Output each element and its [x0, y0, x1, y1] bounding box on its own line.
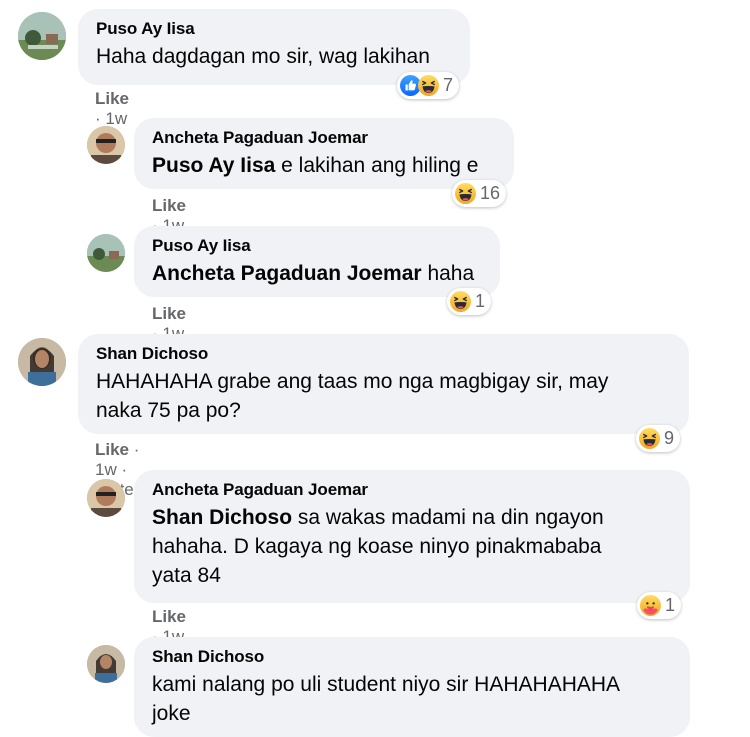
comment-line: sa wakas madami na din ngayon — [297, 506, 604, 529]
comment-author[interactable]: Puso Ay Iisa — [152, 236, 484, 256]
reaction-count: 16 — [480, 183, 501, 203]
comment-author[interactable]: Ancheta Pagaduan Joemar — [152, 480, 674, 500]
comment-bubble: Shan Dichoso HAHAHAHA grabe ang taas mo … — [78, 334, 689, 434]
reactions-summary[interactable]: 9 — [636, 425, 681, 452]
comment-author[interactable]: Shan Dichoso — [96, 344, 673, 364]
avatar-photo — [87, 645, 125, 683]
comment-bubble: Shan Dichoso kami nalang po uli student … — [134, 637, 690, 737]
avatar-photo — [18, 338, 66, 386]
like-button[interactable]: Like — [95, 440, 129, 459]
reactions-summary[interactable]: 7 — [397, 72, 460, 99]
comment-author[interactable]: Ancheta Pagaduan Joemar — [152, 128, 498, 148]
mention-link[interactable]: Ancheta Pagaduan Joemar — [152, 262, 422, 285]
care-icon — [640, 595, 661, 616]
comment-bubble: Ancheta Pagaduan Joemar Shan Dichoso sa … — [134, 470, 690, 603]
comment-line: yata 84 — [152, 564, 221, 587]
mention-link[interactable]: Shan Dichoso — [152, 506, 292, 529]
comment-text: Ancheta Pagaduan Joemar haha — [152, 259, 484, 288]
comment-meta: Like · 1w — [95, 89, 129, 129]
comment-bubble: Ancheta Pagaduan Joemar Puso Ay Iisa e l… — [134, 118, 514, 189]
haha-icon — [639, 428, 660, 449]
haha-icon — [450, 291, 471, 312]
mention-link[interactable]: Puso Ay Iisa — [152, 154, 275, 177]
comment-body: haha — [427, 262, 475, 285]
comment-line: HAHAHAHA grabe ang taas mo nga magbigay … — [96, 370, 609, 393]
haha-icon — [418, 75, 439, 96]
reactions-summary[interactable]: 1 — [637, 592, 682, 619]
like-button[interactable]: Like — [152, 607, 186, 626]
comment-line: joke — [152, 702, 191, 725]
avatar[interactable] — [18, 338, 66, 386]
comment-author[interactable]: Puso Ay Iisa — [96, 19, 454, 39]
avatar-photo — [87, 479, 125, 517]
reaction-count: 7 — [443, 75, 454, 95]
separator: · — [116, 460, 128, 479]
comment-line: kami nalang po uli student niyo sir HAHA… — [152, 673, 621, 696]
avatar-photo — [87, 126, 125, 164]
avatar[interactable] — [87, 126, 125, 164]
comment-author[interactable]: Shan Dichoso — [152, 647, 674, 667]
reaction-count: 9 — [664, 428, 675, 448]
avatar[interactable] — [87, 234, 125, 272]
comment-bubble: Puso Ay Iisa Ancheta Pagaduan Joemar hah… — [134, 226, 500, 297]
avatar-photo — [18, 12, 66, 60]
comment-text: HAHAHAHA grabe ang taas mo nga magbigay … — [96, 367, 673, 425]
reaction-count: 1 — [475, 291, 486, 311]
reactions-summary[interactable]: 1 — [447, 288, 492, 315]
reaction-count: 1 — [665, 595, 676, 615]
comment-text: kami nalang po uli student niyo sir HAHA… — [152, 670, 674, 728]
comment-body: e lakihan ang hiling e — [281, 154, 479, 177]
haha-icon — [455, 183, 476, 204]
avatar[interactable] — [18, 12, 66, 60]
avatar-photo — [87, 234, 125, 272]
like-button[interactable]: Like — [152, 304, 186, 323]
separator: · — [129, 440, 140, 459]
comment-text: Haha dagdagan mo sir, wag lakihan — [96, 45, 430, 68]
comment-line: naka 75 pa po? — [96, 399, 241, 422]
comment-text: Puso Ay Iisa e lakihan ang hiling e — [152, 151, 498, 180]
timestamp[interactable]: 1w — [105, 109, 127, 128]
reactions-summary[interactable]: 16 — [452, 180, 507, 207]
avatar[interactable] — [87, 645, 125, 683]
like-button[interactable]: Like — [152, 196, 186, 215]
like-button[interactable]: Like — [95, 89, 129, 108]
avatar[interactable] — [87, 479, 125, 517]
comment-text: Shan Dichoso sa wakas madami na din ngay… — [152, 503, 674, 590]
timestamp[interactable]: 1w — [95, 460, 117, 479]
comment-line: hahaha. D kagaya ng koase ninyo pinakmab… — [152, 535, 602, 558]
